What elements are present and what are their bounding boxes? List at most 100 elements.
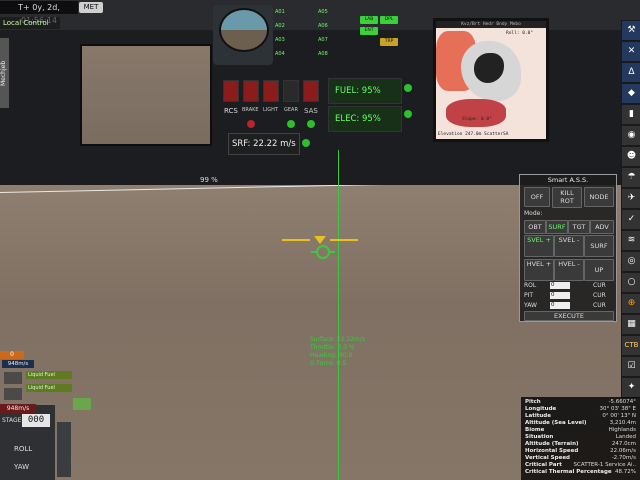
engine-stage-icon[interactable]: [4, 388, 22, 400]
smart-ass-window: Smart A.S.S. OFF KILL ROT NODE Mode: OBT…: [519, 174, 617, 322]
lab-button[interactable]: LAB: [360, 16, 378, 24]
brake-label: BRAKE: [242, 107, 259, 113]
engine-stage-icon[interactable]: [4, 372, 22, 384]
light-label: LIGHT: [263, 107, 278, 113]
situation-key: Situation: [525, 434, 554, 440]
delta-v-icon[interactable]: Δ: [621, 62, 640, 83]
yaw-cur[interactable]: CUR: [593, 302, 606, 309]
indicator-a01: A01: [275, 9, 285, 15]
kerbal-icon[interactable]: ☻: [621, 146, 640, 167]
mode-tgt[interactable]: TGT: [568, 220, 590, 234]
mode-surf[interactable]: SURF: [546, 220, 568, 234]
pitch-value: -5.66074°: [608, 399, 636, 405]
vertical-speed-key: Vertical Speed: [525, 455, 570, 461]
biome-key: Biome: [525, 427, 545, 433]
horizontal-speed-key: Horizontal Speed: [525, 448, 579, 454]
status-light: [247, 120, 255, 128]
speed-status-light: [302, 139, 310, 147]
altitude-terrain-key: Altitude (Terrain): [525, 441, 579, 447]
critical-thermal-key: Critical Thermal Percentage: [525, 469, 612, 475]
hud-surface: Surface: 22.22m/s: [310, 336, 365, 343]
mission-elapsed-time: T+ 0y, 2d, 01:56:14: [0, 1, 78, 25]
mode-label: Mode:: [524, 210, 543, 217]
engine-icon[interactable]: ▮: [621, 104, 640, 125]
dpl-button[interactable]: DPL: [380, 16, 398, 24]
indicator-a06: A06: [318, 23, 328, 29]
ring-icon[interactable]: ○: [621, 272, 640, 293]
ent-button[interactable]: ENT: [360, 27, 378, 35]
kill-rot-button[interactable]: KILL ROT: [552, 187, 582, 208]
off-button[interactable]: OFF: [524, 187, 550, 207]
trp-button[interactable]: TRP: [380, 38, 398, 46]
stage-arrow-icon[interactable]: [73, 398, 91, 410]
screen-roll-readout: Roll: 0.0°: [506, 31, 534, 36]
gear-label: GEAR: [284, 107, 298, 113]
fuel-readout: FUEL: 95%: [328, 78, 402, 104]
attitude-ball: [219, 8, 269, 52]
target-icon[interactable]: ◎: [621, 251, 640, 272]
mechjeb-tab[interactable]: Mechjeb: [0, 38, 9, 108]
orange-icon[interactable]: ⊕: [621, 293, 640, 314]
up-button[interactable]: UP: [584, 259, 614, 281]
sas-label: SAS: [304, 107, 318, 115]
rol-cur[interactable]: CUR: [593, 282, 606, 289]
helicopter-icon[interactable]: ✦: [621, 377, 640, 398]
prograde-marker: [282, 236, 358, 259]
indicator-a08: A08: [318, 51, 328, 57]
navball-icon[interactable]: ◆: [621, 83, 640, 104]
surface-speed-readout: SRF: 22.22 m/s: [228, 133, 300, 155]
brake-toggle[interactable]: [243, 80, 259, 102]
indicator-a05: A05: [318, 9, 328, 15]
hud-gforce: G Force: 0.5: [310, 360, 347, 367]
longitude-value: 30° 03' 38" E: [599, 406, 636, 412]
surf-button[interactable]: SURF: [584, 235, 614, 257]
liquid-fuel-bar: Liquid Fuel: [26, 384, 72, 392]
grid-icon[interactable]: ▦: [621, 314, 640, 335]
yaw-label: YAW: [524, 302, 537, 309]
indicator-a02: A02: [275, 23, 285, 29]
mode-adv[interactable]: ADV: [590, 220, 614, 234]
light-toggle[interactable]: [263, 80, 279, 102]
terrain-map-red: [446, 99, 506, 127]
svel-minus-button[interactable]: SVEL -: [554, 235, 584, 257]
rcs-label: RCS: [224, 107, 238, 115]
pit-input[interactable]: 0: [550, 292, 570, 299]
hvel-minus-button[interactable]: HVEL -: [554, 259, 584, 281]
sas-toggle[interactable]: [303, 80, 319, 102]
node-button[interactable]: NODE: [584, 187, 614, 207]
stage-count-display: 000: [22, 414, 50, 427]
horizontal-speed-value: 22.06m/s: [610, 448, 636, 454]
stage-speed: 948m/s: [2, 360, 34, 368]
screen-slope: Slope: 0.0°: [462, 117, 492, 122]
alarm-icon[interactable]: ◉: [621, 125, 640, 146]
parachute-icon[interactable]: ☂: [621, 167, 640, 188]
vessel-info-panel: Pitch -5.66074° Longitude 30° 03' 38" E …: [521, 397, 640, 480]
hud-throttle: Throttle: 0.0 %: [310, 344, 355, 351]
yaw-input[interactable]: 0: [550, 302, 570, 309]
checklist-icon[interactable]: ☑: [621, 356, 640, 377]
rol-input[interactable]: 0: [550, 282, 570, 289]
gear-toggle[interactable]: [283, 80, 299, 102]
aircraft-icon[interactable]: ✓: [621, 209, 640, 230]
execute-button[interactable]: EXECUTE: [524, 311, 614, 321]
mode-obt[interactable]: OBT: [524, 220, 546, 234]
met-button[interactable]: MET: [79, 2, 103, 13]
altitude-terrain-value: 247.0cm: [611, 441, 636, 447]
rcs-toggle[interactable]: [223, 80, 239, 102]
ctb-icon[interactable]: CTB: [621, 335, 640, 356]
hvel-plus-button[interactable]: HVEL +: [524, 259, 554, 281]
svel-plus-button[interactable]: SVEL +: [524, 235, 554, 257]
stage-counter: 0: [0, 351, 24, 359]
rover-icon[interactable]: ✈: [621, 188, 640, 209]
biome-value: Highlands: [608, 427, 636, 433]
rol-label: ROL: [524, 282, 537, 289]
throttle-gauge[interactable]: [57, 422, 71, 477]
elec-readout: ELEC: 95%: [328, 106, 402, 132]
pit-cur[interactable]: CUR: [593, 292, 606, 299]
stage-label: STAGE: [2, 417, 22, 424]
tools-icon[interactable]: ⚒: [621, 20, 640, 41]
wrench-icon[interactable]: ✕: [621, 41, 640, 62]
map-icon[interactable]: ≋: [621, 230, 640, 251]
smart-ass-title: Smart A.S.S.: [547, 176, 589, 184]
indicator-a04: A04: [275, 51, 285, 57]
